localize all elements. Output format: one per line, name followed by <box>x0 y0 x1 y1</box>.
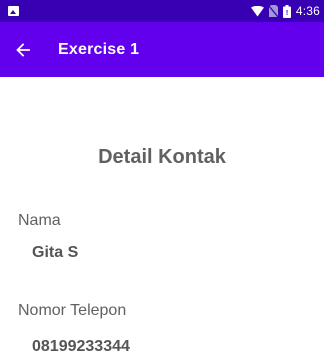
no-sim-icon <box>268 5 278 17</box>
app-title: Exercise 1 <box>58 40 140 58</box>
phone-value: 08199233344 <box>32 338 130 355</box>
image-notification-icon <box>8 6 19 16</box>
phone-label: Nomor Telepon <box>18 302 127 319</box>
battery-icon: ! <box>282 4 291 18</box>
back-button[interactable] <box>0 22 46 77</box>
name-label: Nama <box>18 212 61 229</box>
svg-text:!: ! <box>286 10 288 17</box>
status-left <box>8 6 19 16</box>
status-bar: ! 4:36 <box>0 0 324 22</box>
name-value: Gita S <box>32 244 79 261</box>
wifi-icon <box>250 5 264 17</box>
status-right: ! 4:36 <box>250 4 320 18</box>
arrow-left-icon <box>16 42 30 57</box>
status-time: 4:36 <box>295 4 320 18</box>
app-bar: Exercise 1 <box>0 22 324 77</box>
page-title: Detail Kontak <box>98 146 226 168</box>
